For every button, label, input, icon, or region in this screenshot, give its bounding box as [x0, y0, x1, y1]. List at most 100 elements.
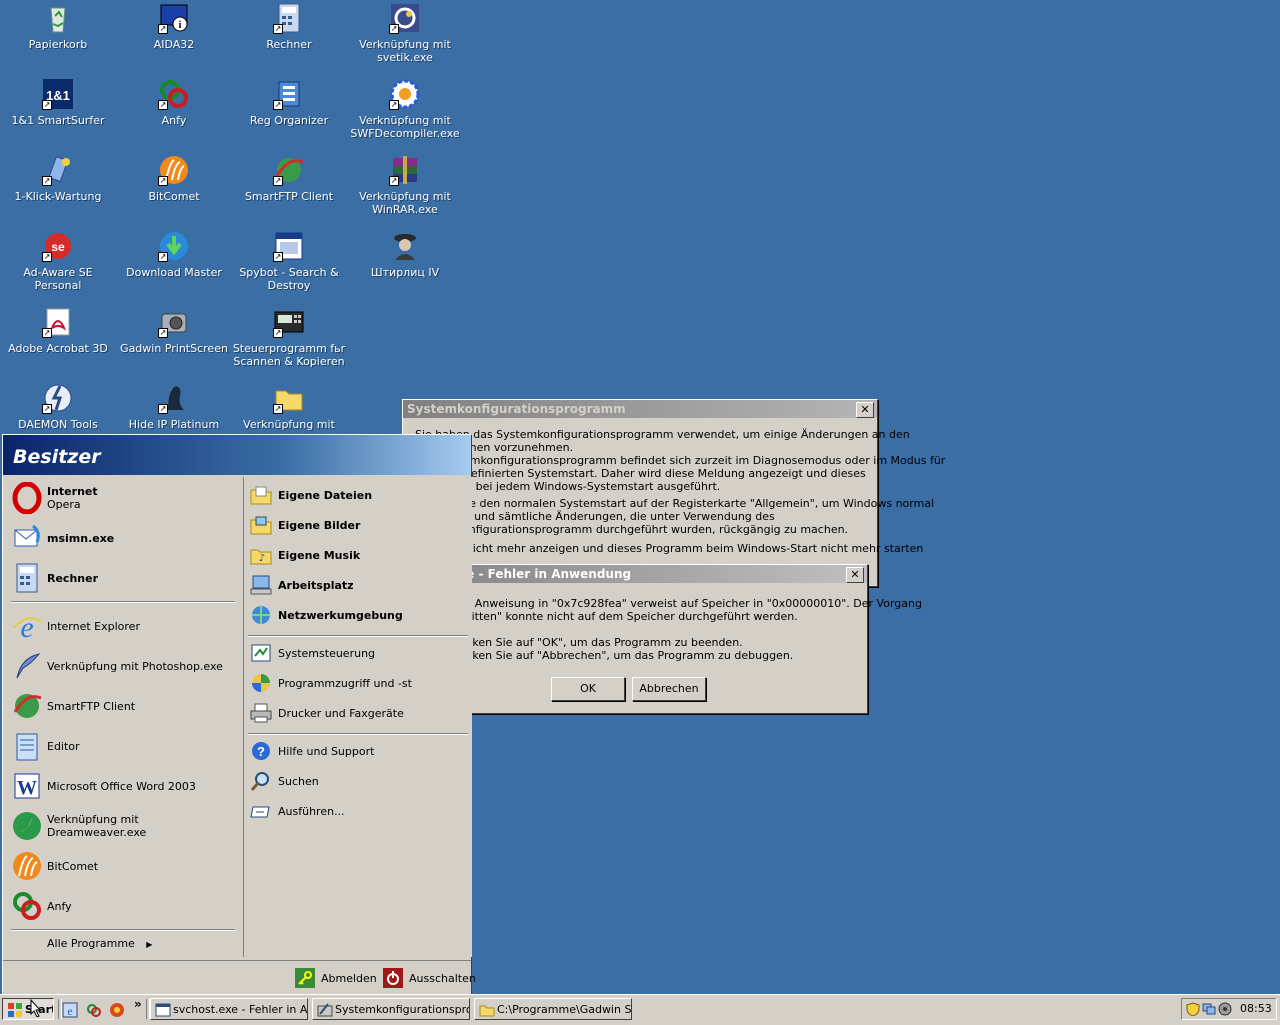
- folder-icon: [479, 1002, 495, 1018]
- my-pictures-icon: [250, 514, 272, 536]
- desktop-icon-swfdecompiler[interactable]: ↗ Verknüpfung mit SWFDecompiler.exe: [347, 78, 463, 140]
- anfy-icon: [11, 890, 43, 922]
- tray-app-icon[interactable]: [1218, 1002, 1232, 1016]
- quicklaunch-app-icon[interactable]: [109, 1002, 125, 1018]
- clock[interactable]: 08:53: [1240, 1002, 1272, 1015]
- shutdown-button[interactable]: Ausschalten: [383, 967, 476, 989]
- place-programmzugriff[interactable]: Programmzugriff und -st: [250, 669, 412, 697]
- place-suchen[interactable]: Suchen: [250, 767, 319, 795]
- abbrechen-button[interactable]: Abbrechen: [632, 677, 706, 701]
- desktop-icon-rechner[interactable]: ↗ Rechner: [231, 2, 347, 51]
- desktop-icon-shtirlitz[interactable]: Штирлиц IV: [347, 230, 463, 279]
- place-hilfe[interactable]: ? Hilfe und Support: [250, 737, 374, 765]
- recent-photoshop[interactable]: Verknüpfung mit Photoshop.exe: [11, 649, 223, 683]
- desktop-icon-download-master[interactable]: ↗ Download Master: [116, 230, 232, 279]
- recent-bitcomet[interactable]: BitComet: [11, 849, 98, 883]
- desktop-icon-scanner[interactable]: ↗ Steuerprogramm fьr Scannen & Kopieren: [231, 306, 347, 368]
- desktop-icon-daemon-tools[interactable]: ↗ DAEMON Tools: [0, 382, 116, 431]
- desktop-icon-papierkorb[interactable]: Papierkorb: [0, 2, 116, 51]
- shtirlitz-icon: [389, 230, 421, 262]
- windows-logo-icon: [7, 1002, 23, 1018]
- desktop-icon-aida32[interactable]: i ↗ AIDA32: [116, 2, 232, 51]
- quicklaunch-anfy-icon[interactable]: [86, 1002, 102, 1018]
- syskonfig-titlebar[interactable]: Systemkonfigurationsprogramm ✕: [403, 400, 877, 418]
- svg-text:se: se: [51, 240, 65, 254]
- separator: [11, 929, 235, 931]
- run-icon: [250, 800, 272, 822]
- place-drucker[interactable]: Drucker und Faxgeräte: [250, 699, 404, 727]
- desktop-icon-adaware[interactable]: se ↗ Ad-Aware SE Personal: [0, 230, 116, 292]
- syskonfig-message: Sie haben das Systemkonfigurationsprogra…: [415, 428, 946, 555]
- recent-word[interactable]: W Microsoft Office Word 2003: [11, 769, 196, 803]
- recent-dreamweaver[interactable]: Verknüpfung mit Dreamweaver.exe: [11, 809, 240, 843]
- error-close-button[interactable]: ✕: [846, 567, 864, 583]
- start-menu-right-pane: Eigene Dateien Eigene Bilder ♪ Eigene Mu…: [243, 477, 472, 957]
- svg-text:W: W: [17, 777, 37, 799]
- reg-organizer-icon: ↗: [273, 78, 305, 110]
- desktop-icon-bitcomet[interactable]: ↗ BitComet: [116, 154, 232, 203]
- desktop-icon-smartftp[interactable]: ↗ SmartFTP Client: [231, 154, 347, 203]
- start-menu-left-pane: Internet Opera msimn.exe Rechner e Intern…: [3, 477, 240, 957]
- notepad-icon: [11, 730, 43, 762]
- desktop-icon-smartsurfer[interactable]: 1&1 ↗ 1&1 SmartSurfer: [0, 78, 116, 127]
- recent-editor[interactable]: Editor: [11, 729, 80, 763]
- svg-text:♪: ♪: [259, 553, 265, 564]
- help-icon: ?: [250, 740, 272, 762]
- syskonfig-dialog[interactable]: Systemkonfigurationsprogramm ✕ Sie haben…: [402, 399, 945, 587]
- pinned-rechner[interactable]: Rechner: [11, 561, 98, 595]
- winrar-icon: ↗: [389, 154, 421, 186]
- desktop-icon-winrar[interactable]: ↗ Verknüpfung mit WinRAR.exe: [347, 154, 463, 216]
- internet-explorer-icon: e: [11, 610, 43, 644]
- desktop-icon-printscreen[interactable]: ↗ Gadwin PrintScreen: [116, 306, 232, 355]
- place-arbeitsplatz[interactable]: Arbeitsplatz: [250, 571, 354, 599]
- task-svchost-error[interactable]: svchost.exe - Fehler in A...: [150, 998, 308, 1020]
- place-netzwerkumgebung[interactable]: Netzwerkumgebung: [250, 601, 403, 629]
- desktop-icon-spybot[interactable]: ↗ Spybot - Search & Destroy: [231, 230, 347, 292]
- place-ausfuehren[interactable]: Ausführen...: [250, 797, 345, 825]
- hide-ip-icon: ↗: [158, 382, 190, 414]
- window-icon: [155, 1002, 171, 1018]
- desktop-icon-acrobat[interactable]: ↗ Adobe Acrobat 3D: [0, 306, 116, 355]
- place-eigene-bilder[interactable]: Eigene Bilder: [250, 511, 360, 539]
- desktop-icon-wartung[interactable]: ↗ 1-Klick-Wartung: [0, 154, 116, 203]
- bitcomet-icon: ↗: [158, 154, 190, 186]
- start-menu-user: Besitzer: [3, 435, 471, 475]
- folder-icon: ↗: [273, 382, 305, 414]
- program-access-icon: [250, 672, 272, 694]
- place-eigene-musik[interactable]: ♪ Eigene Musik: [250, 541, 360, 569]
- start-menu-footer: Abmelden Ausschalten: [3, 960, 476, 995]
- syskonfig-checkbox-label[interactable]: Meldung nicht mehr anzeigen und dieses P…: [415, 542, 945, 555]
- desktop-icon-anfy[interactable]: ↗ Anfy: [116, 78, 232, 127]
- pinned-internet[interactable]: Internet Opera: [11, 481, 98, 515]
- desktop-icon-reg-organizer[interactable]: ↗ Reg Organizer: [231, 78, 347, 127]
- syskonfig-close-button[interactable]: ✕: [856, 402, 874, 418]
- download-master-icon: ↗: [158, 230, 190, 262]
- task-syskonfig[interactable]: Systemkonfigurationspro...: [312, 998, 470, 1020]
- desktop-icon-hide-ip[interactable]: ↗ Hide IP Platinum: [116, 382, 232, 431]
- taskbar: Start e » svchost.exe - Fehler in A... S…: [0, 994, 1280, 1025]
- my-music-icon: ♪: [250, 544, 272, 566]
- all-programs-button[interactable]: Alle Programme ▶: [47, 937, 152, 950]
- task-gadwin-folder[interactable]: C:\Programme\Gadwin S...: [474, 998, 632, 1020]
- place-systemsteuerung[interactable]: Systemsteuerung: [250, 639, 375, 667]
- recent-anfy[interactable]: Anfy: [11, 889, 72, 923]
- logoff-button[interactable]: Abmelden: [295, 967, 377, 989]
- quicklaunch-more-button[interactable]: »: [134, 997, 142, 1011]
- recent-internet-explorer[interactable]: e Internet Explorer: [11, 609, 140, 644]
- photoshop-icon: [11, 650, 43, 682]
- ok-button[interactable]: OK: [551, 677, 625, 701]
- word-icon: W: [11, 770, 43, 802]
- desktop-icon-verknuepfung-folder[interactable]: ↗ Verknüpfung mit: [231, 382, 347, 431]
- desktop-icon-svetik[interactable]: ↗ Verknüpfung mit svetik.exe: [347, 2, 463, 64]
- network-tray-icon[interactable]: [1202, 1002, 1216, 1016]
- pinned-msimn[interactable]: msimn.exe: [11, 521, 114, 555]
- start-button[interactable]: Start: [2, 998, 54, 1020]
- msconfig-icon: [317, 1002, 333, 1018]
- power-icon: [383, 968, 403, 988]
- recent-smartftp[interactable]: SmartFTP Client: [11, 689, 135, 723]
- separator: [248, 733, 468, 735]
- svetik-icon: ↗: [389, 2, 421, 34]
- place-eigene-dateien[interactable]: Eigene Dateien: [250, 481, 372, 509]
- shield-icon[interactable]: [1186, 1002, 1200, 1017]
- quicklaunch-ie-icon[interactable]: e: [62, 1002, 78, 1018]
